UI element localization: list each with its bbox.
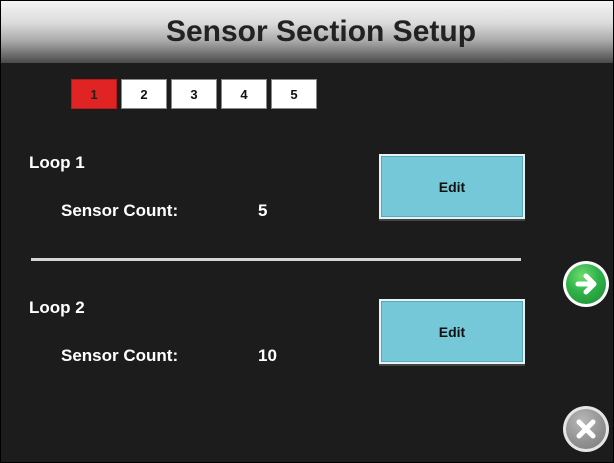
next-button[interactable]: [563, 261, 609, 307]
loop-1-label: Loop 1: [29, 153, 85, 172]
tab-4[interactable]: 4: [221, 79, 267, 109]
close-x-icon: [566, 409, 606, 449]
title-bar: Sensor Section Setup: [1, 1, 613, 63]
close-button[interactable]: [563, 406, 609, 452]
arrow-right-icon: [566, 264, 606, 304]
loop-2-sensor-count-label: Sensor Count:: [61, 346, 179, 365]
loop-2-label: Loop 2: [29, 298, 85, 317]
tab-2[interactable]: 2: [121, 79, 167, 109]
tab-3[interactable]: 3: [171, 79, 217, 109]
loop-1-sensor-count-value: 5: [258, 201, 268, 220]
tab-5[interactable]: 5: [271, 79, 317, 109]
section-divider: [31, 258, 521, 261]
loop-1-sensor-count-label: Sensor Count:: [61, 201, 179, 220]
loop-2-sensor-count-value: 10: [258, 346, 277, 365]
loop-2-edit-button[interactable]: Edit: [379, 299, 525, 364]
tab-1[interactable]: 1: [71, 79, 117, 109]
loop-1-edit-button[interactable]: Edit: [379, 154, 525, 219]
sensor-setup-screen: Sensor Section Setup 1 2 3 4 5 Loop 1 Se…: [0, 0, 614, 463]
page-title: Sensor Section Setup: [165, 15, 477, 48]
